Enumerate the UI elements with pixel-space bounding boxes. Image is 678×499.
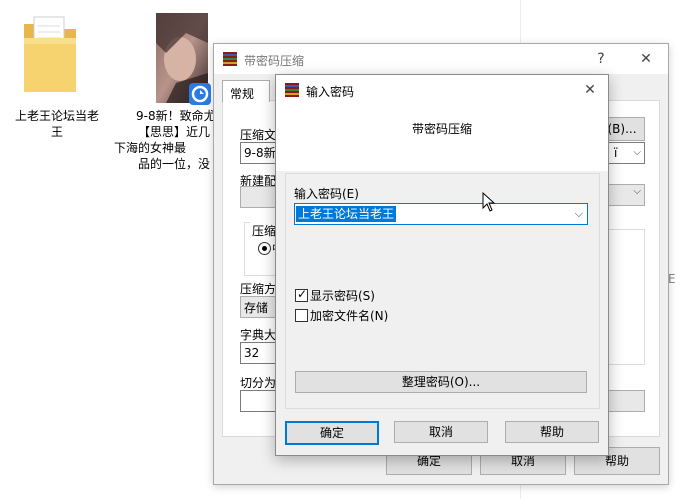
video-label-line1: 9-8新！致命尤: [136, 109, 216, 123]
video-label[interactable]: 9-8新！致命尤 【思思】近几 下海的女神最 品的一位，没: [114, 108, 216, 172]
cancel-button[interactable]: 取消: [394, 421, 488, 443]
cancel-button-label: 取消: [428, 425, 453, 439]
archive-window-title: 带密码压缩: [244, 54, 305, 68]
folder-label-line1: 上老王论坛当老: [14, 109, 99, 123]
show-password-checkbox[interactable]: ✓: [295, 287, 308, 302]
video-label-line4: 品的一位，没: [138, 157, 211, 171]
compress-method-label: 压缩方: [240, 282, 277, 296]
encrypt-filenames-checkbox[interactable]: [295, 309, 308, 322]
bg-cancel-label: 取消: [510, 454, 535, 468]
dict-size-value: 32: [244, 346, 260, 360]
compress-group-label: 压缩: [250, 222, 279, 239]
close-icon[interactable]: ✕: [634, 48, 658, 70]
password-dialog-title: 输入密码: [306, 85, 355, 99]
tab-general-label: 常规: [230, 87, 255, 101]
organize-passwords-label: 整理密码(O)...: [401, 375, 481, 389]
tab-general[interactable]: 常规: [222, 80, 270, 102]
bg-ok-label: 确定: [416, 454, 441, 468]
archive-name-value: 9-8新: [244, 146, 276, 160]
mouse-cursor-icon: [482, 191, 496, 215]
split-label: 切分为: [240, 376, 277, 390]
password-label: 输入密码(E): [294, 187, 359, 201]
winrar-icon: [222, 51, 238, 67]
video-app-badge-icon: [188, 82, 212, 106]
winrar-icon: [284, 82, 300, 98]
desktop-right-edge-glyph: E: [668, 272, 676, 286]
password-dialog: 输入密码 ✕ 带密码压缩 输入密码(E) 上老王论坛当老王 ⌵ ✓ 显示密码(S…: [275, 74, 609, 456]
checkmark-icon: ✓: [297, 287, 308, 301]
dialog-header-area: [276, 105, 608, 171]
dialog-heading: 带密码压缩: [411, 122, 472, 136]
help-button-label: 帮助: [539, 425, 564, 439]
compress-radio[interactable]: [258, 242, 271, 255]
show-password-label[interactable]: 显示密码(S): [310, 287, 375, 304]
password-combo[interactable]: 上老王论坛当老王 ⌵: [294, 203, 588, 225]
chevron-down-icon: ⌵: [574, 207, 583, 220]
chevron-down-icon: ⌵: [633, 186, 641, 197]
browse-button-label: (B)...: [607, 122, 637, 136]
organize-passwords-button[interactable]: 整理密码(O)...: [295, 371, 587, 393]
video-label-line2: 【思思】近几: [138, 125, 211, 139]
password-value: 上老王论坛当老王: [296, 206, 397, 222]
folder-label-line2: 王: [50, 125, 63, 139]
archive-name-label: 压缩文: [240, 128, 277, 142]
folder-label[interactable]: 上老王论坛当老 王: [5, 108, 109, 140]
dict-size-label: 字典大: [240, 328, 277, 342]
video-label-line3: 下海的女神最: [114, 141, 187, 155]
help-title-button[interactable]: ?: [589, 48, 613, 70]
compress-radio-dot: [262, 246, 267, 251]
help-button[interactable]: 帮助: [505, 421, 599, 443]
folder-icon[interactable]: [22, 14, 78, 94]
ok-button[interactable]: 确定: [285, 421, 379, 445]
compress-method-value: 存储: [244, 301, 269, 315]
chevron-down-icon: ⌵: [633, 147, 641, 158]
encrypt-filenames-label[interactable]: 加密文件名(N): [310, 307, 388, 324]
archive-window-titlebar[interactable]: 带密码压缩 ? ✕: [214, 44, 668, 74]
ok-button-label: 确定: [319, 426, 344, 440]
bg-help-label: 帮助: [604, 454, 629, 468]
dialog-close-icon[interactable]: ✕: [578, 79, 602, 101]
password-dialog-titlebar[interactable]: 输入密码 ✕: [276, 75, 608, 105]
